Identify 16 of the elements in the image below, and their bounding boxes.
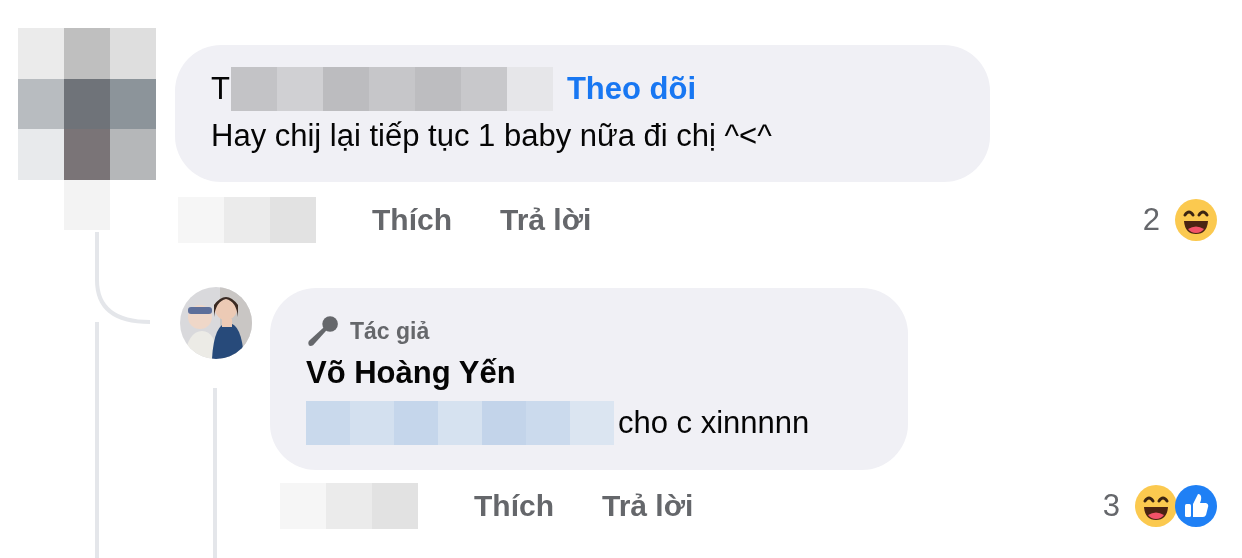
author-name[interactable]: Võ Hoàng Yến — [306, 355, 516, 391]
comment-text: Hay chij lại tiếp tục 1 baby nữa đi chị ^<^ — [211, 118, 772, 154]
reaction-count: 2 — [1142, 202, 1160, 238]
like-link[interactable]: Thích — [372, 203, 452, 237]
reply-link[interactable]: Trả lời — [500, 203, 592, 237]
follow-link[interactable]: Theo dõi — [566, 71, 697, 107]
laughing-emoji-icon — [1174, 198, 1218, 242]
author-label: Tác giả — [350, 317, 430, 345]
reply-link[interactable]: Trả lời — [602, 489, 694, 523]
author-name[interactable]: T — [211, 71, 230, 107]
laughing-emoji-icon — [1134, 484, 1178, 528]
microphone-icon — [306, 314, 340, 348]
thumbs-up-icon — [1174, 484, 1218, 528]
like-link[interactable]: Thích — [474, 489, 554, 523]
comment-text: cho c xinnnnn — [618, 405, 810, 441]
reaction-count: 3 — [1102, 488, 1120, 524]
